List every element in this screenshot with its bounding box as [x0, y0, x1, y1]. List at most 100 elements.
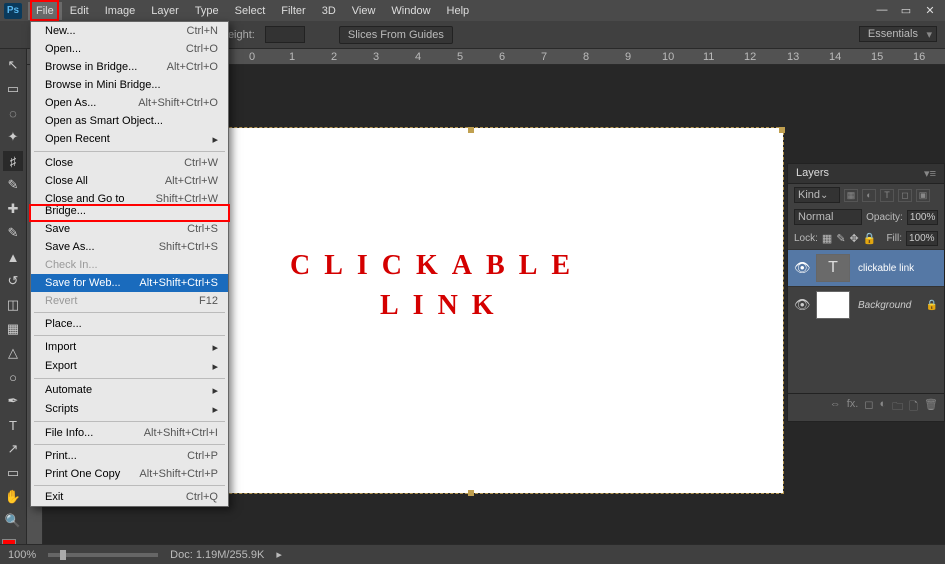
filter-adjust-icon[interactable]: ◐	[862, 189, 876, 202]
toolbox: ↖ ▭ ◌ ✦ ♯ ✎ ✚ ✎ ▲ ↺ ◫ ▦ △ ○ ✒ T ↗ ▭ ✋ 🔍	[0, 49, 27, 561]
mask-icon[interactable]: ◻	[864, 398, 873, 417]
delete-layer-icon[interactable]: 🗑	[924, 398, 938, 417]
menu-item-import[interactable]: Import	[31, 338, 228, 357]
menu-item-new[interactable]: New...Ctrl+N	[31, 22, 228, 40]
menu-3d[interactable]: 3D	[314, 2, 344, 20]
filter-smart-icon[interactable]: ▣	[916, 189, 930, 202]
tool-crop[interactable]: ♯	[3, 151, 23, 171]
lock-icon: 🔒	[926, 300, 938, 311]
layer-name[interactable]: Background	[858, 300, 911, 311]
menu-item-place[interactable]: Place...	[31, 315, 228, 333]
layer-row[interactable]: 👁 Background 🔒	[788, 286, 944, 323]
blend-mode-select[interactable]: Normal	[794, 209, 862, 225]
tool-zoom[interactable]: 🔍	[3, 511, 23, 531]
tool-dodge[interactable]: ○	[3, 367, 23, 387]
tool-hand[interactable]: ✋	[3, 487, 23, 507]
menu-edit[interactable]: Edit	[62, 2, 97, 20]
menu-item-label: Print...	[45, 450, 187, 462]
menu-item-label: Print One Copy	[45, 468, 139, 480]
menu-item-save[interactable]: SaveCtrl+S	[31, 220, 228, 238]
menu-file[interactable]: File	[28, 2, 62, 20]
tool-eyedrop[interactable]: ✎	[3, 175, 23, 195]
transform-handle[interactable]	[468, 490, 474, 496]
layer-filter-kind[interactable]: Kind ⌄	[794, 187, 840, 203]
menu-item-exit[interactable]: ExitCtrl+Q	[31, 488, 228, 506]
lock-all-icon[interactable]: 🔒	[863, 232, 877, 245]
tool-heal[interactable]: ✚	[3, 199, 23, 219]
tool-move[interactable]: ↖	[3, 55, 23, 75]
opacity-value[interactable]: 100%	[907, 210, 938, 225]
tool-wand[interactable]: ✦	[3, 127, 23, 147]
tool-blur[interactable]: △	[3, 343, 23, 363]
layers-tab[interactable]: Layers ▾≡	[788, 164, 944, 184]
zoom-level[interactable]: 100%	[8, 549, 36, 561]
tool-grad[interactable]: ▦	[3, 319, 23, 339]
visibility-icon[interactable]: 👁	[794, 260, 808, 276]
menu-item-browse-in-bridge[interactable]: Browse in Bridge...Alt+Ctrl+O	[31, 58, 228, 76]
layer-row[interactable]: 👁 Tclickable link	[788, 249, 944, 286]
tool-pen[interactable]: ✒	[3, 391, 23, 411]
menu-item-print[interactable]: Print...Ctrl+P	[31, 447, 228, 465]
menu-item-open-as[interactable]: Open As...Alt+Shift+Ctrl+O	[31, 94, 228, 112]
tool-stamp[interactable]: ▲	[3, 247, 23, 267]
tool-type[interactable]: T	[3, 415, 23, 435]
menu-type[interactable]: Type	[187, 2, 227, 20]
menu-select[interactable]: Select	[227, 2, 274, 20]
menu-item-open-recent[interactable]: Open Recent	[31, 130, 228, 149]
menu-item-close[interactable]: CloseCtrl+W	[31, 154, 228, 172]
menu-item-automate[interactable]: Automate	[31, 381, 228, 400]
filter-pixel-icon[interactable]: ▦	[844, 189, 858, 202]
height-input[interactable]	[265, 26, 305, 43]
menu-item-open-as-smart-object[interactable]: Open as Smart Object...	[31, 112, 228, 130]
menu-separator	[34, 485, 225, 486]
tool-path[interactable]: ↗	[3, 439, 23, 459]
panel-menu-icon[interactable]: ▾≡	[924, 167, 936, 180]
tool-lasso[interactable]: ◌	[3, 103, 23, 123]
tool-shape[interactable]: ▭	[3, 463, 23, 483]
link-layers-icon[interactable]: ⇔	[830, 398, 841, 417]
menu-window[interactable]: Window	[383, 2, 438, 20]
tool-eraser[interactable]: ◫	[3, 295, 23, 315]
layer-name[interactable]: clickable link	[858, 263, 914, 274]
menu-item-save-for-web[interactable]: Save for Web...Alt+Shift+Ctrl+S	[31, 274, 228, 292]
menu-image[interactable]: Image	[97, 2, 144, 20]
lock-pixels-icon[interactable]: ✎	[836, 232, 845, 245]
menu-filter[interactable]: Filter	[273, 2, 313, 20]
menu-item-open[interactable]: Open...Ctrl+O	[31, 40, 228, 58]
fill-value[interactable]: 100%	[906, 231, 938, 246]
workspace-selector[interactable]: Essentials	[859, 26, 937, 42]
new-layer-icon[interactable]: 🗋	[909, 398, 918, 417]
menu-item-browse-in-mini-bridge[interactable]: Browse in Mini Bridge...	[31, 76, 228, 94]
close-icon[interactable]: ✕	[923, 4, 937, 17]
fx-icon[interactable]: fx.	[847, 398, 859, 417]
transform-handle[interactable]	[468, 127, 474, 133]
menu-item-scripts[interactable]: Scripts	[31, 400, 228, 419]
layer-thumbnail[interactable]	[816, 291, 850, 319]
slices-from-guides-button[interactable]: Slices From Guides	[339, 26, 453, 44]
lock-position-icon[interactable]: ✥	[850, 232, 859, 245]
tool-brush[interactable]: ✎	[3, 223, 23, 243]
menu-help[interactable]: Help	[439, 2, 478, 20]
filter-shape-icon[interactable]: ◻	[898, 189, 912, 202]
filter-type-icon[interactable]: T	[880, 189, 894, 202]
menu-item-close-all[interactable]: Close AllAlt+Ctrl+W	[31, 172, 228, 190]
zoom-slider[interactable]	[48, 553, 158, 557]
menu-item-save-as[interactable]: Save As...Shift+Ctrl+S	[31, 238, 228, 256]
lock-transparent-icon[interactable]: ▦	[822, 232, 832, 245]
tool-marquee[interactable]: ▭	[3, 79, 23, 99]
visibility-icon[interactable]: 👁	[794, 297, 808, 313]
group-icon[interactable]: 🗀	[892, 398, 903, 417]
menu-item-print-one-copy[interactable]: Print One CopyAlt+Shift+Ctrl+P	[31, 465, 228, 483]
menu-item-export[interactable]: Export	[31, 357, 228, 376]
menu-layer[interactable]: Layer	[143, 2, 187, 20]
minimize-icon[interactable]: —	[875, 4, 889, 17]
doc-info-arrow-icon[interactable]: ▸	[276, 548, 282, 561]
menu-item-close-and-go-to-bridge[interactable]: Close and Go to Bridge...Shift+Ctrl+W	[31, 190, 228, 220]
menu-view[interactable]: View	[344, 2, 384, 20]
adjustment-icon[interactable]: ◐	[880, 398, 887, 417]
tool-history[interactable]: ↺	[3, 271, 23, 291]
restore-icon[interactable]: ▭	[899, 4, 913, 17]
menu-item-file-info[interactable]: File Info...Alt+Shift+Ctrl+I	[31, 424, 228, 442]
transform-handle[interactable]	[779, 127, 785, 133]
layer-thumbnail[interactable]: T	[816, 254, 850, 282]
